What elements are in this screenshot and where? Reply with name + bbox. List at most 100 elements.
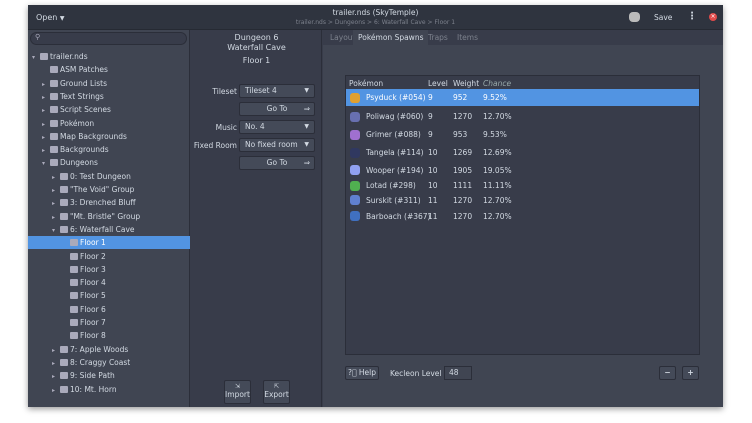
export-button[interactable]: ⇱ Export (263, 380, 290, 404)
tree-item[interactable]: ▸ 7: Apple Woods (28, 343, 190, 356)
col-header-level[interactable]: Level (428, 79, 448, 88)
expander-icon[interactable]: ▸ (42, 144, 50, 157)
close-icon[interactable]: × (709, 13, 717, 21)
tree-item[interactable]: ▸ Script Scenes (28, 103, 190, 116)
tab-traps[interactable]: Traps (423, 30, 453, 45)
help-button[interactable]: ?⃝ Help (345, 366, 379, 380)
fixed-room-select[interactable]: No fixed room ▼ (239, 138, 315, 152)
import-label: Import (225, 390, 250, 399)
tileset-goto-button[interactable]: Go To ⇒ (239, 102, 315, 116)
expander-icon[interactable]: ▸ (52, 357, 60, 370)
table-row[interactable]: Tangela (#114) 10 1269 12.69% (346, 144, 699, 161)
table-row[interactable]: Psyduck (#054) 9 952 9.52% (346, 89, 699, 106)
tree-item-label: Floor 5 (80, 291, 106, 301)
expander-icon[interactable]: ▾ (32, 51, 40, 64)
table-row[interactable]: Wooper (#194) 10 1905 19.05% (346, 162, 699, 178)
tree-item[interactable]: Floor 7 (28, 316, 190, 329)
tree-item[interactable]: ▸ Backgrounds (28, 143, 190, 156)
chevron-down-icon: ▼ (59, 15, 65, 22)
fixed-room-value: No fixed room (245, 140, 298, 149)
tree-item[interactable]: ASM Patches (28, 63, 190, 76)
expander-icon[interactable]: ▸ (52, 370, 60, 383)
add-spawn-button[interactable]: + (682, 366, 699, 380)
expander-icon[interactable]: ▸ (42, 91, 50, 104)
tree-item[interactable]: Floor 6 (28, 303, 190, 316)
tree-node-icon (50, 66, 58, 74)
pokemon-name: Surskit (#311) (366, 195, 421, 205)
tree-item[interactable]: ▸ Pokémon (28, 117, 190, 130)
expander-icon[interactable]: ▸ (52, 184, 60, 197)
kebab-menu-icon[interactable]: ⋮ (687, 11, 697, 22)
col-header-chance[interactable]: Chance (483, 79, 511, 88)
tree-item-label: Floor 6 (80, 304, 106, 314)
table-row[interactable]: Surskit (#311) 11 1270 12.70% (346, 193, 699, 207)
tree-item[interactable]: ▸ 9: Side Path (28, 369, 190, 382)
pokemon-level: 10 (428, 181, 438, 190)
table-row[interactable]: Poliwag (#060) 9 1270 12.70% (346, 108, 699, 125)
tree-item[interactable]: ▸ Ground Lists (28, 77, 190, 90)
tree-item[interactable]: Floor 4 (28, 276, 190, 289)
tileset-select[interactable]: Tileset 4 ▼ (239, 84, 315, 98)
expander-icon[interactable]: ▸ (42, 104, 50, 117)
expander-icon[interactable]: ▸ (42, 118, 50, 131)
tree-item[interactable]: ▸ 10: Mt. Horn (28, 383, 190, 396)
header-bar: Open ▼ trailer.nds (SkyTemple) trailer.n… (28, 5, 723, 30)
debugger-icon[interactable] (629, 12, 640, 22)
expander-icon[interactable]: ▾ (52, 224, 60, 237)
tree-item[interactable]: ▸ "Mt. Bristle" Group (28, 210, 190, 223)
col-header-weight[interactable]: Weight (453, 79, 479, 88)
tree-node-icon (50, 146, 58, 154)
tree-item[interactable]: ▾ 6: Waterfall Cave (28, 223, 190, 236)
goto-label: Go To (266, 104, 288, 113)
tree-node-icon (60, 186, 68, 193)
save-button[interactable]: Save (654, 13, 672, 22)
col-header-pokemon[interactable]: Pokémon (349, 79, 383, 88)
tree-item[interactable]: Floor 2 (28, 250, 190, 263)
import-icon: ⇲ (234, 383, 241, 390)
open-menu-button[interactable]: Open ▼ (36, 13, 65, 22)
remove-spawn-button[interactable]: − (659, 366, 676, 380)
fixed-room-goto-button[interactable]: Go To ⇒ (239, 156, 315, 170)
tree-item[interactable]: Floor 1 (28, 236, 190, 250)
expander-icon[interactable]: ▸ (42, 131, 50, 144)
pokemon-chance: 12.70% (483, 211, 512, 221)
kecleon-level-label: Kecleon Level (390, 369, 442, 378)
tree-item[interactable]: Floor 8 (28, 329, 190, 342)
tree-item[interactable]: ▸ Text Strings (28, 90, 190, 103)
tree-item[interactable]: ▾ Dungeons (28, 156, 190, 169)
tree-item[interactable]: ▸ "The Void" Group (28, 183, 190, 196)
music-select[interactable]: No. 4 ▼ (239, 120, 315, 134)
tree-item-label: Text Strings (60, 91, 104, 101)
table-row[interactable]: Barboach (#367) 11 1270 12.70% (346, 208, 699, 224)
arrow-right-icon: ⇒ (303, 158, 310, 167)
tree-item[interactable]: ▸ Map Backgrounds (28, 130, 190, 143)
expander-icon[interactable]: ▸ (42, 78, 50, 91)
chevron-down-icon: ▼ (304, 87, 309, 94)
tree-item[interactable]: ▾ trailer.nds (28, 50, 190, 63)
tree-item[interactable]: ▸ 3: Drenched Bluff (28, 196, 190, 209)
import-button[interactable]: ⇲ Import (224, 380, 251, 404)
tab-items[interactable]: Items (452, 30, 483, 45)
expander-icon[interactable]: ▾ (42, 157, 50, 170)
tab-pokemon-spawns[interactable]: Pokémon Spawns (353, 30, 429, 45)
expander-icon[interactable]: ▸ (52, 171, 60, 184)
tree-item[interactable]: Floor 3 (28, 263, 190, 276)
tree-item[interactable]: ▸ 0: Test Dungeon (28, 170, 190, 183)
expander-icon[interactable]: ▸ (52, 211, 60, 224)
pokemon-chance: 19.05% (483, 165, 512, 175)
pokemon-level: 9 (428, 93, 433, 102)
music-label: Music (215, 123, 237, 132)
tree-item[interactable]: Floor 5 (28, 289, 190, 302)
table-row[interactable]: Grimer (#088) 9 953 9.53% (346, 126, 699, 143)
tree-node-icon (60, 372, 68, 380)
search-input[interactable]: ⚲ (30, 32, 187, 45)
kecleon-level-input[interactable]: 48 (444, 366, 472, 380)
expander-icon[interactable]: ▸ (52, 344, 60, 357)
pokemon-name: Psyduck (#054) (366, 93, 426, 102)
pokemon-name: Wooper (#194) (366, 165, 424, 175)
tree-item[interactable]: ▸ 8: Craggy Coast (28, 356, 190, 369)
window-title: trailer.nds (SkyTemple) (332, 8, 419, 17)
expander-icon[interactable]: ▸ (52, 197, 60, 210)
expander-icon[interactable]: ▸ (52, 384, 60, 397)
table-row[interactable]: Lotad (#298) 10 1111 11.11% (346, 179, 699, 192)
